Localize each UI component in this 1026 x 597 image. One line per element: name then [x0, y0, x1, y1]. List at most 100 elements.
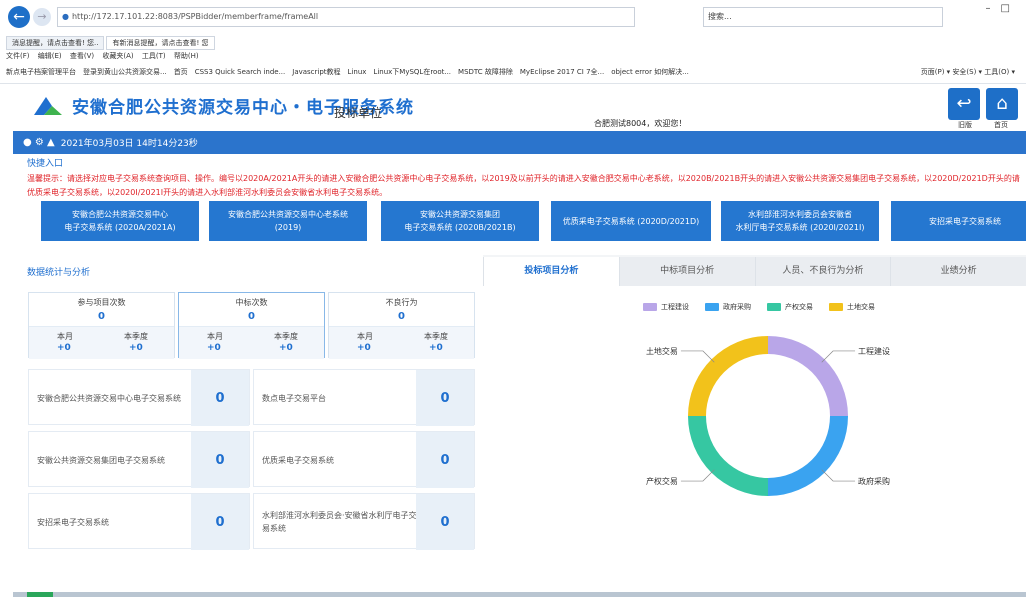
- system-line1: 安徽合肥公共资源交易中心: [72, 210, 168, 219]
- platform-count: 0: [191, 370, 249, 426]
- platform-card[interactable]: 安招采电子交易系统 0: [28, 493, 250, 550]
- fav-7[interactable]: Linux下MySQL在root...: [373, 67, 451, 77]
- system-line2: 水利厅电子交易系统 (2020I/2021I): [735, 223, 865, 232]
- slice-3[interactable]: [688, 416, 768, 496]
- menu-view[interactable]: 查看(V): [70, 52, 94, 60]
- platform-card[interactable]: 数点电子交易平台 0: [253, 369, 475, 426]
- tab-2[interactable]: 有新消息提醒，请点击查看! 您: [106, 36, 215, 50]
- system-button-water[interactable]: 水利部淮河水利委员会安徽省 水利厅电子交易系统 (2020I/2021I): [721, 201, 879, 241]
- leader-line: [821, 469, 856, 482]
- slice-1[interactable]: [768, 336, 848, 416]
- slice-label: 政府采购: [858, 476, 890, 486]
- browser-chrome: ← → ● http://172.17.101.22:8083/PSPBidde…: [0, 0, 1026, 83]
- system-buttons: 安徽合肥公共资源交易中心 电子交易系统 (2020A/2021A) 安徽合肥公共…: [41, 201, 1026, 241]
- search-box[interactable]: 搜索...: [703, 6, 943, 27]
- return-icon: ↩: [956, 93, 972, 114]
- fav-6[interactable]: Linux: [348, 68, 367, 76]
- quarter-value: +0: [429, 343, 443, 353]
- quarter-label: 本季度: [124, 332, 148, 341]
- tab-personnel-analysis[interactable]: 人员、不良行为分析: [754, 257, 891, 286]
- forward-button[interactable]: →: [33, 7, 51, 26]
- leader-line: [680, 350, 715, 363]
- command-bar[interactable]: 页面(P) ▾ 安全(S) ▾ 工具(O) ▾: [921, 67, 1015, 77]
- fav-8[interactable]: MSDTC 故障排除: [458, 67, 513, 77]
- platform-name: 水利部淮河水利委员会·安徽省水利厅电子交易系统: [262, 511, 417, 533]
- stat-card-bad-behavior: 不良行为 0 本月 +0 本季度 +0: [328, 292, 475, 359]
- stats-panel: 数据统计与分析 参与项目次数 0 本月 +0 本季度 +0 中标次数 0 本月 …: [13, 255, 483, 592]
- slice-2[interactable]: [768, 416, 848, 496]
- system-button-anzhaocai[interactable]: 安招采电子交易系统: [891, 201, 1026, 241]
- menu-edit[interactable]: 编辑(E): [38, 52, 62, 60]
- system-button-hefei[interactable]: 安徽合肥公共资源交易中心 电子交易系统 (2020A/2021A): [41, 201, 199, 241]
- tab-1[interactable]: 消息提醒，请点击查看! 您..: [6, 36, 105, 50]
- menu-favorites[interactable]: 收藏夹(A): [102, 52, 133, 60]
- system-line1: 安招采电子交易系统: [929, 216, 1001, 226]
- tab-bid-analysis[interactable]: 投标项目分析: [483, 257, 619, 286]
- system-line1: 安徽公共资源交易集团: [420, 210, 500, 219]
- menu-help[interactable]: 帮助(H): [174, 52, 199, 60]
- quarter-value: +0: [279, 343, 293, 353]
- quick-title: 快捷入口: [27, 159, 64, 169]
- window-controls[interactable]: –□: [986, 3, 1020, 14]
- month-value: +0: [207, 343, 221, 353]
- address-input[interactable]: ● http://172.17.101.22:8083/PSPBidder/me…: [57, 6, 635, 27]
- month-value: +0: [57, 343, 71, 353]
- site-header: 安徽合肥公共资源交易中心・电子服务系统 投标单位 合肥测试8004，欢迎您！ ↩…: [0, 83, 1026, 130]
- platform-count: 0: [191, 494, 249, 550]
- system-line1: 安徽合肥公共资源交易中心老系统: [228, 210, 348, 219]
- quick-entry: 快捷入口 温馨提示：请选择对应电子交易系统查询项目、操作。编号以2020A/20…: [13, 154, 1026, 241]
- back-button[interactable]: ←: [8, 5, 30, 28]
- month-label: 本月: [357, 332, 373, 341]
- platform-card[interactable]: 安徽合肥公共资源交易中心电子交易系统 0: [28, 369, 250, 426]
- fav-10[interactable]: object error 如何解决...: [611, 67, 689, 77]
- bottom-scrollbar[interactable]: [13, 592, 1026, 597]
- left-strip: [0, 83, 13, 597]
- leader-line: [821, 350, 856, 363]
- tab-won-analysis[interactable]: 中标项目分析: [618, 257, 755, 286]
- old-version-label: 旧版: [958, 121, 972, 129]
- system-line2: 电子交易系统 (2020A/2021A): [64, 223, 176, 232]
- home-label: 首页: [994, 121, 1008, 129]
- datetime: 2021年03月03日 14时14分23秒: [60, 139, 198, 149]
- analysis-tabs: 投标项目分析 中标项目分析 人员、不良行为分析 业绩分析: [483, 257, 1026, 286]
- fav-9[interactable]: MyEclipse 2017 CI 7全...: [520, 67, 604, 77]
- platform-card[interactable]: 水利部淮河水利委员会·安徽省水利厅电子交易系统 0: [253, 493, 475, 550]
- home-button[interactable]: ⌂: [986, 88, 1018, 120]
- url-text: http://172.17.101.22:8083/PSPBidder/memb…: [71, 12, 319, 21]
- scroll-thumb[interactable]: [27, 592, 53, 597]
- platform-card[interactable]: 优质采电子交易系统 0: [253, 431, 475, 488]
- system-button-group[interactable]: 安徽公共资源交易集团 电子交易系统 (2020B/2021B): [381, 201, 539, 241]
- system-line1: 水利部淮河水利委员会安徽省: [748, 210, 852, 219]
- card-title: 不良行为: [385, 298, 418, 307]
- platform-name: 安徽合肥公共资源交易中心电子交易系统: [37, 393, 181, 403]
- system-line2: 电子交易系统 (2020B/2021B): [404, 223, 516, 232]
- quarter-value: +0: [129, 343, 143, 353]
- tab-performance-analysis[interactable]: 业绩分析: [890, 257, 1026, 286]
- fav-1[interactable]: 新点电子档案管理平台: [6, 67, 76, 77]
- platform-count: 0: [416, 494, 474, 550]
- system-line1: 优质采电子交易系统 (2020D/2021D): [562, 216, 700, 226]
- system-button-old[interactable]: 安徽合肥公共资源交易中心老系统 (2019): [209, 201, 367, 241]
- month-label: 本月: [207, 332, 223, 341]
- fav-3[interactable]: 首页: [174, 67, 188, 77]
- slice-4[interactable]: [688, 336, 768, 416]
- tab-strip: 消息提醒，请点击查看! 您.. 有新消息提醒，请点击查看! 您: [6, 36, 217, 50]
- slice-label: 土地交易: [646, 346, 678, 356]
- system-button-youzhicai[interactable]: 优质采电子交易系统 (2020D/2021D): [551, 201, 711, 241]
- old-version-button[interactable]: ↩: [948, 88, 980, 120]
- fav-4[interactable]: CSS3 Quick Search inde...: [195, 68, 286, 76]
- slice-label: 工程建设: [858, 346, 890, 356]
- platform-count: 0: [416, 432, 474, 488]
- stat-card-won: 中标次数 0 本月 +0 本季度 +0: [178, 292, 325, 359]
- status-bar: ● ⚙ ▲ 2021年03月03日 14时14分23秒: [13, 131, 1026, 154]
- menu-file[interactable]: 文件(F): [6, 52, 30, 60]
- platform-card[interactable]: 安徽公共资源交易集团电子交易系统 0: [28, 431, 250, 488]
- menu-tools[interactable]: 工具(T): [142, 52, 166, 60]
- message-icon[interactable]: ● ⚙ ▲: [23, 137, 55, 148]
- leader-line: [680, 469, 715, 482]
- fav-5[interactable]: Javascript教程: [292, 67, 340, 77]
- fav-2[interactable]: 登录到黄山公共资源交易...: [83, 67, 167, 77]
- card-title: 中标次数: [235, 298, 268, 307]
- card-title: 参与项目次数: [77, 298, 126, 307]
- card-sub: 本月 +0 本季度 +0: [179, 326, 324, 359]
